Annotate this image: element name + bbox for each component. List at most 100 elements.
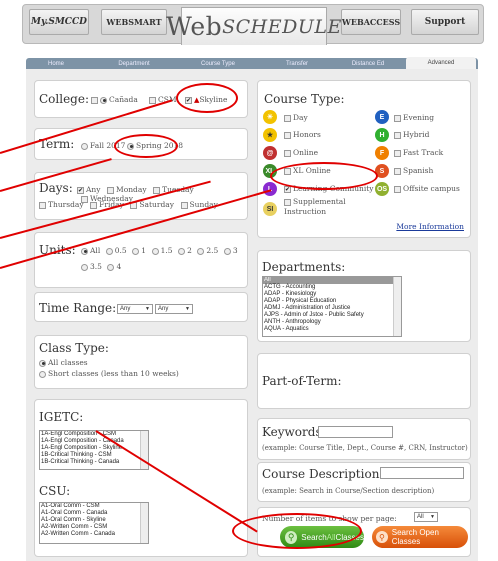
- departments-list[interactable]: All ACTG - Accounting ADAP - Kinesiology…: [262, 276, 402, 337]
- course-type-day[interactable]: Day: [284, 113, 308, 122]
- radio[interactable]: [81, 263, 88, 271]
- checkbox[interactable]: [107, 186, 115, 194]
- search-open-classes-button[interactable]: ⚲ Search Open Classes: [372, 526, 468, 548]
- keywords-input[interactable]: [318, 426, 393, 438]
- time-range-from-select[interactable]: Any ▼: [117, 304, 153, 314]
- day-thursday[interactable]: Thursday: [39, 200, 84, 209]
- checkbox[interactable]: [394, 167, 401, 175]
- class-type-all[interactable]: All classes: [39, 358, 88, 367]
- tab-advanced[interactable]: Advanced: [406, 57, 476, 69]
- course-type-spanish[interactable]: Spanish: [394, 166, 433, 175]
- part-of-term-panel: Part-of-Term:: [257, 353, 471, 409]
- radio[interactable]: [151, 247, 159, 255]
- canada-icon: [100, 96, 107, 104]
- units-3-5[interactable]: 3.5: [81, 262, 102, 271]
- course-type-supplemental[interactable]: Supplemental Instruction: [284, 197, 374, 217]
- checkbox[interactable]: [149, 96, 156, 104]
- checkbox[interactable]: [284, 114, 291, 122]
- list-item[interactable]: ANTH - Anthropology: [263, 319, 401, 326]
- tab-distance-ed[interactable]: Distance Ed: [332, 58, 404, 69]
- nav-my-smccd[interactable]: My.SMCCD: [29, 9, 89, 35]
- day-monday[interactable]: Monday: [107, 185, 147, 194]
- checkbox[interactable]: [394, 149, 401, 157]
- scrollbar[interactable]: [140, 503, 148, 543]
- radio[interactable]: [178, 247, 186, 255]
- list-item[interactable]: ADMJ - Administration of Justice: [263, 305, 401, 312]
- radio[interactable]: [132, 247, 140, 255]
- checkbox[interactable]: [91, 96, 98, 104]
- days-label: Days:: [39, 181, 73, 195]
- list-item[interactable]: A2-Written Comm - CSM: [40, 524, 148, 531]
- nav-websmart[interactable]: WEBSMART: [101, 9, 167, 35]
- list-item[interactable]: A1-Oral Comm - Canada: [40, 510, 148, 517]
- per-page-select[interactable]: All ▼: [414, 512, 438, 522]
- course-type-panel: Course Type: ☀ Day ★ Honors @ Online XL …: [257, 80, 471, 238]
- scrollbar[interactable]: [393, 277, 401, 336]
- checkbox[interactable]: [284, 149, 291, 157]
- time-range-to-select[interactable]: Any ▼: [155, 304, 193, 314]
- course-type-fast-track[interactable]: Fast Track: [394, 148, 443, 157]
- more-information-link[interactable]: More Information: [396, 222, 464, 231]
- checkbox[interactable]: [153, 186, 161, 194]
- nav-support[interactable]: Support: [411, 9, 479, 35]
- course-type-offsite[interactable]: Offsite campus: [394, 184, 460, 193]
- units-1-5[interactable]: 1.5: [151, 246, 173, 255]
- list-item[interactable]: AJPS - Admin of Jstce - Public Safety: [263, 312, 401, 319]
- list-item[interactable]: A2-Written Comm - Canada: [40, 531, 148, 538]
- radio[interactable]: [39, 370, 46, 378]
- radio[interactable]: [223, 247, 231, 255]
- radio[interactable]: [107, 263, 115, 271]
- units-1[interactable]: 1: [132, 246, 146, 255]
- tab-home[interactable]: Home: [26, 58, 86, 69]
- list-item[interactable]: All: [263, 277, 401, 284]
- class-type-short[interactable]: Short classes (less than 10 weeks): [39, 369, 179, 378]
- checkbox[interactable]: [39, 201, 46, 209]
- csu-list[interactable]: A1-Oral Comm - CSM A1-Oral Comm - Canada…: [39, 502, 149, 544]
- list-item[interactable]: 1B-Critical Thinking - Canada: [40, 459, 148, 466]
- college-option-canada[interactable]: Cañada: [91, 95, 138, 104]
- checkbox-checked[interactable]: ✔: [77, 186, 84, 194]
- list-item[interactable]: A1-Oral Comm - CSM: [40, 503, 148, 510]
- day-any[interactable]: ✔ Any: [77, 185, 100, 194]
- tab-transfer[interactable]: Transfer: [262, 58, 332, 69]
- list-item[interactable]: ACTG - Accounting: [263, 284, 401, 291]
- list-item[interactable]: 1A-Engl Composition - Canada: [40, 438, 148, 445]
- course-type-hybrid[interactable]: Hybrid: [394, 130, 429, 139]
- list-item[interactable]: A1-Oral Comm - Skyline: [40, 517, 148, 524]
- list-item[interactable]: ADAP - Kinesiology: [263, 291, 401, 298]
- units-0-5[interactable]: 0.5: [105, 246, 127, 255]
- igetc-list[interactable]: 1A-Engl Composition - CSM 1A-Engl Compos…: [39, 430, 149, 470]
- checkbox[interactable]: [284, 131, 291, 139]
- units-4[interactable]: 4: [107, 262, 121, 271]
- checkbox[interactable]: [284, 198, 291, 206]
- course-description-label: Course Description:: [262, 467, 384, 481]
- units-3[interactable]: 3: [223, 246, 238, 255]
- radio-selected[interactable]: [39, 359, 46, 367]
- radio[interactable]: [105, 247, 113, 255]
- list-item[interactable]: 1A-Engl Composition - Skyline: [40, 445, 148, 452]
- checkbox[interactable]: [180, 201, 188, 209]
- checkbox[interactable]: [90, 201, 98, 209]
- tab-course-type[interactable]: Course Type: [178, 58, 258, 69]
- nav-webaccess[interactable]: WEBACCESS: [341, 9, 401, 35]
- checkbox[interactable]: [394, 114, 401, 122]
- checkbox[interactable]: [394, 185, 401, 193]
- course-type-online[interactable]: Online: [284, 148, 318, 157]
- course-description-input[interactable]: [380, 467, 464, 479]
- radio-selected[interactable]: [81, 247, 88, 255]
- radio[interactable]: [197, 247, 205, 255]
- checkbox[interactable]: [394, 131, 401, 139]
- list-item[interactable]: ADAP - Physical Education: [263, 298, 401, 305]
- radio[interactable]: [81, 142, 88, 150]
- course-type-honors[interactable]: Honors: [284, 130, 321, 139]
- college-label: College:: [39, 92, 90, 106]
- course-type-evening[interactable]: Evening: [394, 113, 434, 122]
- search-icon: ⚲: [376, 531, 388, 543]
- units-2-5[interactable]: 2.5: [197, 246, 218, 255]
- units-all[interactable]: All: [81, 246, 100, 255]
- list-item[interactable]: 1A-Engl Composition - CSM: [40, 431, 148, 438]
- list-item[interactable]: AQUA - Aquatics: [263, 326, 401, 333]
- nav-webschedule[interactable]: Web SCHEDULE: [166, 7, 341, 45]
- tab-department[interactable]: Department: [94, 58, 174, 69]
- units-2[interactable]: 2: [178, 246, 192, 255]
